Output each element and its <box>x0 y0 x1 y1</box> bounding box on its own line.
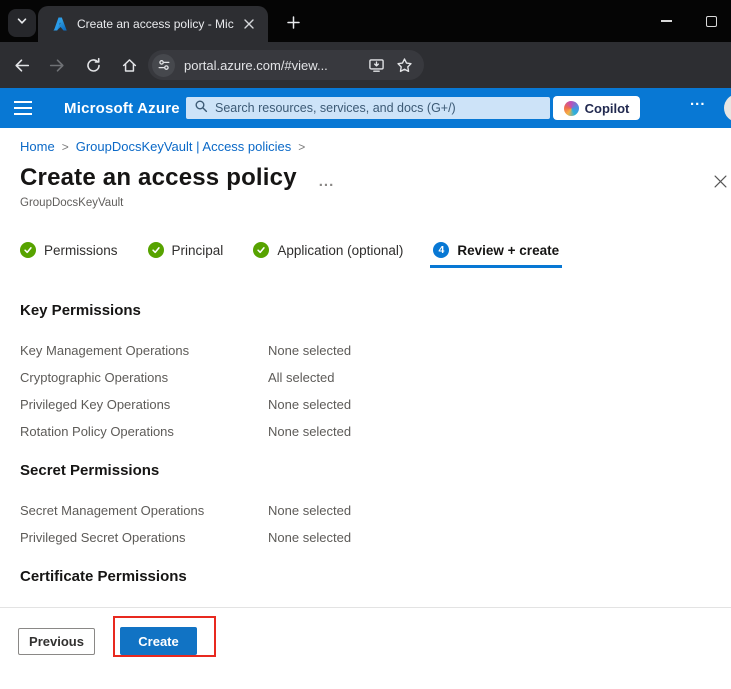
row-value: All selected <box>268 370 334 397</box>
copilot-label: Copilot <box>585 101 630 116</box>
browser-tab-active[interactable]: Create an access policy - Micros <box>38 6 268 42</box>
row-value: None selected <box>268 397 351 424</box>
table-row: Privileged Secret Operations None select… <box>20 530 711 557</box>
new-tab-button[interactable] <box>283 12 303 32</box>
search-input[interactable] <box>215 101 542 115</box>
page-title: Create an access policy <box>20 164 297 192</box>
key-permissions-rows: Key Management Operations None selected … <box>20 343 711 451</box>
row-label: Privileged Secret Operations <box>20 530 268 557</box>
page-subtitle: GroupDocsKeyVault <box>20 197 123 209</box>
title-row: Create an access policy ... <box>20 164 334 192</box>
check-circle-icon <box>20 242 36 258</box>
section-heading-secret-permissions: Secret Permissions <box>20 462 159 479</box>
window-maximize-button[interactable] <box>706 16 717 27</box>
window-minimize-button[interactable] <box>661 20 672 22</box>
home-button[interactable] <box>114 50 144 80</box>
azure-brand[interactable]: Microsoft Azure <box>64 100 180 117</box>
footer-divider <box>0 607 731 608</box>
azure-portal-header: Microsoft Azure Copilot ... <box>0 88 731 128</box>
site-info-icon[interactable] <box>152 54 175 77</box>
tab-review-create[interactable]: 4 Review + create <box>433 240 559 260</box>
breadcrumb-home-link[interactable]: Home <box>20 139 55 154</box>
tab-close-icon[interactable] <box>240 15 258 33</box>
bookmark-star-icon[interactable] <box>394 55 414 75</box>
browser-toolbar: portal.azure.com/#view... <box>0 42 731 88</box>
window-controls <box>661 0 717 42</box>
forward-button[interactable] <box>42 50 72 80</box>
header-more-options-icon[interactable]: ... <box>690 92 706 109</box>
secret-permissions-rows: Secret Management Operations None select… <box>20 503 711 557</box>
tab-label: Application (optional) <box>277 243 403 258</box>
table-row: Privileged Key Operations None selected <box>20 397 711 424</box>
step-4-badge: 4 <box>433 242 449 258</box>
breadcrumb-keyvault-link[interactable]: GroupDocsKeyVault | Access policies <box>76 139 292 154</box>
hamburger-menu-icon[interactable] <box>0 88 46 128</box>
tab-permissions[interactable]: Permissions <box>20 240 118 260</box>
browser-tabstrip: Create an access policy - Micros <box>0 0 731 42</box>
tab-search-button[interactable] <box>8 9 36 37</box>
search-icon <box>194 99 208 118</box>
close-blade-icon[interactable] <box>710 171 730 191</box>
tab-application-optional[interactable]: Application (optional) <box>253 240 403 260</box>
row-label: Rotation Policy Operations <box>20 424 268 451</box>
check-circle-icon <box>148 242 164 258</box>
wizard-tabs: Permissions Principal Application (optio… <box>20 240 559 260</box>
row-value: None selected <box>268 424 351 451</box>
row-value: None selected <box>268 503 351 530</box>
copilot-icon <box>564 101 579 116</box>
install-app-icon[interactable] <box>366 55 386 75</box>
check-circle-icon <box>253 242 269 258</box>
reload-button[interactable] <box>78 50 108 80</box>
azure-favicon-icon <box>52 16 68 32</box>
url-text[interactable]: portal.azure.com/#view... <box>184 58 358 73</box>
tab-label: Review + create <box>457 243 559 258</box>
account-avatar[interactable] <box>724 94 731 122</box>
previous-button[interactable]: Previous <box>18 628 95 655</box>
section-heading-certificate-permissions: Certificate Permissions <box>20 568 187 585</box>
breadcrumb-separator: > <box>62 140 69 154</box>
breadcrumb-separator: > <box>298 140 305 154</box>
row-label: Key Management Operations <box>20 343 268 370</box>
page-content: Home > GroupDocsKeyVault | Access polici… <box>0 128 731 689</box>
table-row: Secret Management Operations None select… <box>20 503 711 530</box>
browser-window: Create an access policy - Micros <box>0 0 731 689</box>
back-button[interactable] <box>6 50 36 80</box>
chevron-down-icon <box>16 14 28 32</box>
row-label: Cryptographic Operations <box>20 370 268 397</box>
address-bar[interactable]: portal.azure.com/#view... <box>148 50 424 80</box>
tab-title: Create an access policy - Micros <box>77 17 234 31</box>
breadcrumb: Home > GroupDocsKeyVault | Access polici… <box>20 139 305 154</box>
row-label: Secret Management Operations <box>20 503 268 530</box>
tab-label: Permissions <box>44 243 118 258</box>
title-more-options-icon[interactable]: ... <box>319 167 335 190</box>
table-row: Cryptographic Operations All selected <box>20 370 711 397</box>
table-row: Key Management Operations None selected <box>20 343 711 370</box>
section-heading-key-permissions: Key Permissions <box>20 302 141 319</box>
tab-principal[interactable]: Principal <box>148 240 224 260</box>
row-value: None selected <box>268 530 351 557</box>
table-row: Rotation Policy Operations None selected <box>20 424 711 451</box>
portal-search-box[interactable] <box>186 97 550 119</box>
create-button[interactable]: Create <box>120 627 197 655</box>
row-value: None selected <box>268 343 351 370</box>
row-label: Privileged Key Operations <box>20 397 268 424</box>
copilot-button[interactable]: Copilot <box>553 96 640 120</box>
tab-label: Principal <box>172 243 224 258</box>
